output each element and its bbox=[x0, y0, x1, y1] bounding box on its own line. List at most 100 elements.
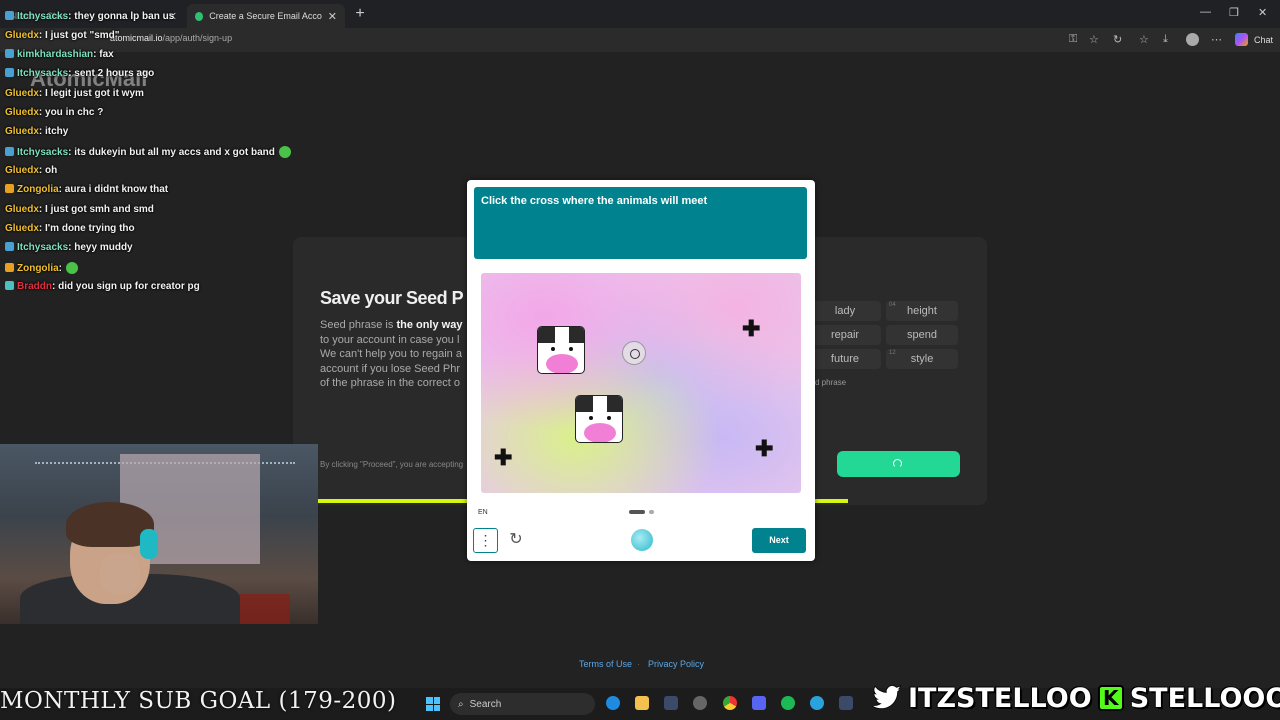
reload-icon[interactable]: ↻ bbox=[1113, 33, 1122, 46]
screen: Gluedx – Chat ✕ Create a Secure Email Ac… bbox=[0, 0, 1280, 720]
chat-text: : itchy bbox=[38, 126, 69, 137]
chat-message: Gluedx: I just got "smd" bbox=[5, 30, 120, 41]
privacy-policy-link[interactable]: Privacy Policy bbox=[648, 659, 704, 669]
close-window-icon[interactable]: ✕ bbox=[1258, 6, 1267, 19]
page-title: Save your Seed P bbox=[320, 288, 464, 308]
next-button[interactable]: Next bbox=[752, 528, 806, 553]
captcha-menu-button[interactable]: ⋮ bbox=[473, 528, 498, 553]
language-label[interactable]: EN bbox=[478, 509, 488, 516]
chat-badge-icon bbox=[5, 68, 14, 77]
chat-message: Gluedx: I legit just got it wym bbox=[5, 88, 144, 99]
chat-message: Itchysacks: sent 2 hours ago bbox=[5, 68, 154, 79]
cursor-target-icon bbox=[622, 341, 646, 365]
chat-badge-icon bbox=[5, 281, 14, 290]
download-icon[interactable]: ⤓ bbox=[1163, 33, 1168, 46]
chat-username[interactable]: Itchysacks bbox=[17, 11, 68, 22]
seed-word: 04 height bbox=[886, 301, 958, 321]
close-tab-icon[interactable]: ✕ bbox=[328, 10, 337, 23]
favorite-star-icon[interactable]: ☆ bbox=[1089, 33, 1099, 46]
chat-text: : heyy muddy bbox=[68, 242, 133, 253]
spotify-icon[interactable] bbox=[781, 696, 795, 710]
twitter-icon bbox=[872, 685, 902, 710]
profile-avatar[interactable] bbox=[1186, 33, 1199, 46]
chat-message: Itchysacks: heyy muddy bbox=[5, 242, 133, 253]
chat-message: Gluedx: oh bbox=[5, 165, 57, 176]
twitter-handle: ITZSTELLOO bbox=[907, 682, 1092, 715]
terms-notice: By clicking "Proceed", you are accepting bbox=[320, 460, 464, 469]
chat-text: : they gonna lp ban us bbox=[68, 11, 175, 22]
chat-text: : I just got "smd" bbox=[38, 30, 120, 41]
new-tab-button[interactable]: + bbox=[350, 4, 370, 24]
cow-icon bbox=[537, 326, 585, 374]
chat-username[interactable]: Itchysacks bbox=[17, 68, 68, 79]
chat-username[interactable]: Itchysacks bbox=[17, 242, 68, 253]
chat-text: : did you sign up for creator pg bbox=[52, 281, 200, 292]
chrome-icon[interactable] bbox=[723, 696, 737, 710]
terms-of-use-link[interactable]: Terms of Use bbox=[579, 659, 632, 669]
favorites-icon[interactable]: ☆ bbox=[1139, 33, 1149, 46]
chat-username[interactable]: Gluedx bbox=[5, 165, 39, 176]
settings-icon[interactable] bbox=[693, 696, 707, 710]
chat-badge-icon bbox=[5, 147, 14, 156]
chat-text: : I legit just got it wym bbox=[38, 88, 144, 99]
cross-icon[interactable]: ✚ bbox=[494, 447, 512, 469]
copilot-icon[interactable] bbox=[1235, 33, 1248, 46]
captcha-image-canvas[interactable]: ✚ ✚ ✚ bbox=[481, 273, 801, 493]
more-menu-icon[interactable]: ⋯ bbox=[1211, 33, 1222, 46]
tab-bar: Gluedx – Chat ✕ Create a Secure Email Ac… bbox=[0, 0, 1280, 28]
tab-atomicmail-label: Create a Secure Email Account | S bbox=[209, 11, 322, 21]
chat-badge-icon bbox=[5, 49, 14, 58]
cross-icon[interactable]: ✚ bbox=[742, 318, 760, 340]
chat-message: Gluedx: itchy bbox=[5, 126, 68, 137]
chat-username[interactable]: kimkhardashian bbox=[17, 49, 93, 60]
edge-icon[interactable] bbox=[606, 696, 620, 710]
url-text[interactable]: atomicmail.io/app/auth/sign-up bbox=[110, 33, 232, 43]
minimize-icon[interactable]: — bbox=[1200, 6, 1211, 18]
chat-text: : oh bbox=[38, 165, 58, 176]
taskbar-search-label: Search bbox=[469, 698, 502, 710]
chat-message: Itchysacks: they gonna lp ban us bbox=[5, 11, 174, 22]
key-icon[interactable]: ⚿ bbox=[1069, 33, 1077, 46]
telegram-icon[interactable] bbox=[810, 696, 824, 710]
chat-username[interactable]: Braddn bbox=[17, 281, 52, 292]
chat-message: Zongolia: bbox=[5, 262, 79, 274]
loading-spinner-icon bbox=[893, 459, 902, 468]
windows-icon[interactable] bbox=[426, 697, 440, 711]
chat-message: Gluedx: I'm done trying tho bbox=[5, 223, 135, 234]
atomicmail-favicon-icon bbox=[195, 11, 204, 21]
taskbar-search[interactable]: ⌕ Search bbox=[450, 693, 595, 715]
chat-text: : I just got smh and smd bbox=[38, 204, 154, 215]
chat-username[interactable]: Zongolia bbox=[17, 184, 59, 195]
chat-text: : you in chc ? bbox=[38, 107, 104, 118]
chat-message: kimkhardashian: fax bbox=[5, 49, 114, 60]
chat-username[interactable]: Zongolia bbox=[17, 263, 59, 274]
social-handles: ITZSTELLOO K STELLOOO bbox=[872, 680, 1280, 716]
hcaptcha-icon bbox=[631, 529, 653, 551]
cross-icon[interactable]: ✚ bbox=[755, 438, 773, 460]
chat-username[interactable]: Gluedx bbox=[5, 223, 39, 234]
maximize-icon[interactable]: ❐ bbox=[1229, 6, 1239, 19]
captcha-refresh-button[interactable]: ↻ bbox=[506, 530, 526, 550]
seed-word: repair bbox=[809, 325, 881, 345]
chat-badge-icon bbox=[5, 242, 14, 251]
steam-icon[interactable] bbox=[839, 696, 853, 710]
chat-text: : bbox=[58, 263, 63, 274]
chat-username[interactable]: Itchysacks bbox=[17, 147, 68, 158]
chat-username[interactable]: Gluedx bbox=[5, 126, 39, 137]
chat-text: : I'm done trying tho bbox=[38, 223, 135, 234]
steam-icon[interactable] bbox=[664, 696, 678, 710]
chat-username[interactable]: Gluedx bbox=[5, 88, 39, 99]
search-icon: ⌕ bbox=[458, 698, 464, 710]
tab-atomicmail[interactable]: Create a Secure Email Account | S ✕ bbox=[187, 4, 345, 28]
chat-username[interactable]: Gluedx bbox=[5, 107, 39, 118]
page-indicator bbox=[649, 510, 654, 514]
sub-goal-overlay: MONTHLY SUB GOAL (179-200) bbox=[0, 688, 397, 714]
discord-icon[interactable] bbox=[752, 696, 766, 710]
folder-icon[interactable] bbox=[635, 696, 649, 710]
chat-username[interactable]: Gluedx bbox=[5, 30, 39, 41]
footer-separator: · bbox=[637, 659, 640, 669]
kick-icon: K bbox=[1097, 685, 1124, 711]
seed-word: 12 style bbox=[886, 349, 958, 369]
chat-username[interactable]: Gluedx bbox=[5, 204, 39, 215]
chat-button[interactable]: Chat bbox=[1254, 35, 1273, 45]
